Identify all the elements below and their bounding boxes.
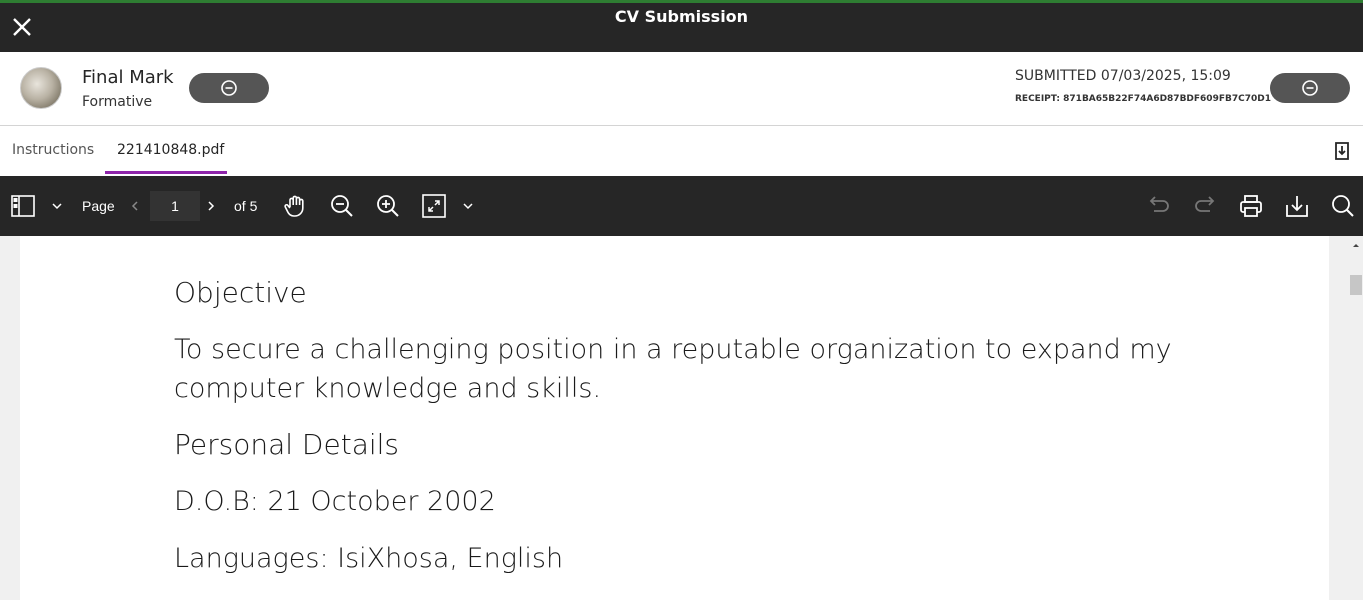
final-mark-title: Final Mark xyxy=(82,67,174,88)
hand-icon[interactable] xyxy=(283,193,309,219)
heading-objective: Objective xyxy=(174,276,307,309)
scrollbar-thumb[interactable] xyxy=(1350,275,1362,295)
save-icon[interactable] xyxy=(1284,193,1310,219)
page-number-input[interactable] xyxy=(150,191,200,221)
sidebar-toggle-icon[interactable] xyxy=(10,194,36,218)
objective-line-2: computer knowledge and skills. xyxy=(174,373,602,404)
redo-icon[interactable] xyxy=(1192,194,1218,218)
languages-line: Languages: IsiXhosa, English xyxy=(174,543,564,574)
heading-personal-details: Personal Details xyxy=(174,428,399,461)
tab-bar: Instructions 221410848.pdf xyxy=(0,126,1363,176)
active-tab-indicator xyxy=(105,171,227,174)
chevron-down-icon[interactable] xyxy=(51,201,63,211)
chevron-right-icon[interactable] xyxy=(206,200,216,212)
objective-line-1: To secure a challenging position in a re… xyxy=(174,334,1172,365)
pdf-page: Objective To secure a challenging positi… xyxy=(20,236,1329,600)
submitted-timestamp: SUBMITTED 07/03/2025, 15:09 xyxy=(1015,68,1231,84)
fit-page-icon[interactable] xyxy=(421,193,447,219)
page-label: Page xyxy=(82,198,115,214)
pdf-viewer[interactable]: Objective To secure a challenging positi… xyxy=(0,236,1363,600)
receipt-id: RECEIPT: 871BA65B22F74A6D87BDF609FB7C70D… xyxy=(1015,94,1271,104)
avatar xyxy=(20,67,62,109)
download-icon[interactable] xyxy=(1333,141,1351,161)
minus-circle-icon xyxy=(221,80,237,96)
minus-circle-icon xyxy=(1302,80,1318,96)
receipt-toggle-button[interactable] xyxy=(1270,73,1350,103)
final-mark-subtitle: Formative xyxy=(82,94,153,110)
search-icon[interactable] xyxy=(1330,193,1356,219)
zoom-out-icon[interactable] xyxy=(329,193,355,219)
window-title: CV Submission xyxy=(614,7,749,26)
final-mark-toggle-button[interactable] xyxy=(189,73,269,103)
pdf-toolbar: Page of 5 xyxy=(0,176,1363,236)
chevron-left-icon[interactable] xyxy=(130,200,140,212)
page-total: of 5 xyxy=(234,198,258,214)
scroll-up-arrow[interactable] xyxy=(1350,240,1362,250)
tab-instructions[interactable]: Instructions xyxy=(12,142,94,158)
undo-icon[interactable] xyxy=(1146,194,1172,218)
dob-line: D.O.B: 21 October 2002 xyxy=(174,486,496,517)
tab-pdf[interactable]: 221410848.pdf xyxy=(117,142,224,158)
top-bar: CV Submission xyxy=(0,0,1363,52)
submission-header: Final Mark Formative SUBMITTED 07/03/202… xyxy=(0,52,1363,126)
print-icon[interactable] xyxy=(1238,193,1264,219)
zoom-in-icon[interactable] xyxy=(375,193,401,219)
chevron-down-icon[interactable] xyxy=(462,201,474,211)
